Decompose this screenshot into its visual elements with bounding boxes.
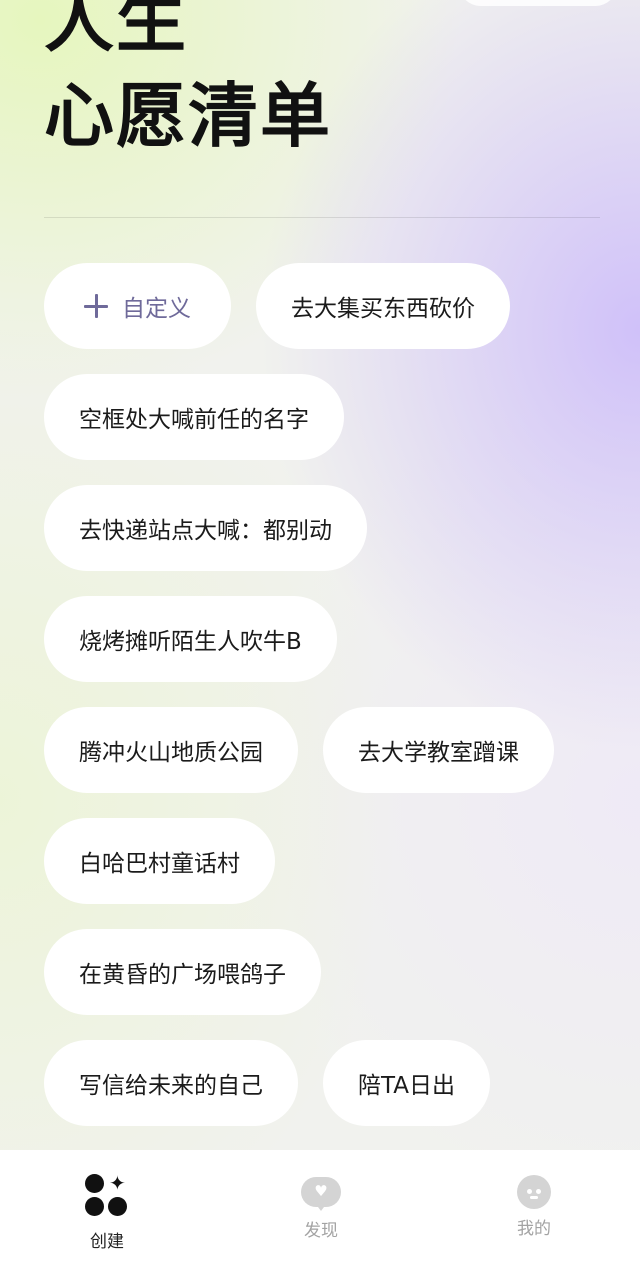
smiley-eye xyxy=(536,1189,541,1194)
tab-label: 发现 xyxy=(304,1221,338,1241)
wish-row: 烧烤摊听陌生人吹牛B xyxy=(44,596,604,682)
wish-chip[interactable]: 陪TA日出 xyxy=(323,1040,490,1126)
sparkle-icon: ✦ xyxy=(109,1171,126,1195)
chat-heart-icon: ♥ xyxy=(301,1177,341,1211)
tab-discover[interactable]: ♥ 发现 xyxy=(214,1150,428,1271)
wish-row: 白哈巴村童话村 xyxy=(44,818,604,904)
top-action-pill[interactable] xyxy=(458,0,618,6)
tab-mine[interactable]: 我的 xyxy=(428,1150,640,1271)
wish-chip[interactable]: 腾冲火山地质公园 xyxy=(44,707,298,793)
wish-row: 腾冲火山地质公园 去大学教室蹭课 xyxy=(44,707,604,793)
add-custom-wish-button[interactable]: 自定义 xyxy=(44,263,231,349)
create-icon-dot xyxy=(85,1197,104,1216)
chat-bubble-tail xyxy=(315,1203,327,1211)
divider xyxy=(44,217,600,218)
create-icon-dot xyxy=(108,1197,127,1216)
title-line-2: 心愿清单 xyxy=(44,75,332,157)
tab-label: 我的 xyxy=(517,1219,551,1239)
wish-chip[interactable]: 在黄昏的广场喂鸽子 xyxy=(44,929,321,1015)
title-line-1: 人生 xyxy=(44,0,188,62)
wish-chip[interactable]: 去大集买东西砍价 xyxy=(256,263,510,349)
create-icon: ✦ xyxy=(85,1171,129,1218)
wish-row: 去快递站点大喊：都别动 xyxy=(44,485,604,571)
create-icon-dot xyxy=(85,1174,104,1193)
wish-chip[interactable]: 烧烤摊听陌生人吹牛B xyxy=(44,596,337,682)
wish-chip[interactable]: 空框处大喊前任的名字 xyxy=(44,374,344,460)
wish-row: 在黄昏的广场喂鸽子 xyxy=(44,929,604,1015)
bottom-tab-bar: ✦ 创建 ♥ 发现 我的 xyxy=(0,1150,640,1271)
smiley-mouth xyxy=(530,1196,538,1199)
wish-row: 自定义 去大集买东西砍价 xyxy=(44,263,604,349)
smiley-eye xyxy=(527,1189,532,1194)
wish-row: 空框处大喊前任的名字 xyxy=(44,374,604,460)
page-title: 人生 心愿清单 xyxy=(44,0,332,164)
heart-icon: ♥ xyxy=(314,1182,328,1200)
tab-create[interactable]: ✦ 创建 xyxy=(0,1150,214,1271)
custom-button-label: 自定义 xyxy=(122,296,191,322)
wish-chip[interactable]: 去快递站点大喊：都别动 xyxy=(44,485,367,571)
wish-chip[interactable]: 去大学教室蹭课 xyxy=(323,707,554,793)
plus-icon xyxy=(84,294,108,318)
wish-chip[interactable]: 白哈巴村童话村 xyxy=(44,818,275,904)
wish-list: 自定义 去大集买东西砍价 空框处大喊前任的名字 去快递站点大喊：都别动 烧烤摊听… xyxy=(44,263,604,1151)
wish-chip[interactable]: 写信给未来的自己 xyxy=(44,1040,298,1126)
wish-row: 写信给未来的自己 陪TA日出 xyxy=(44,1040,604,1126)
smiley-icon xyxy=(517,1175,551,1209)
tab-label: 创建 xyxy=(90,1232,124,1252)
